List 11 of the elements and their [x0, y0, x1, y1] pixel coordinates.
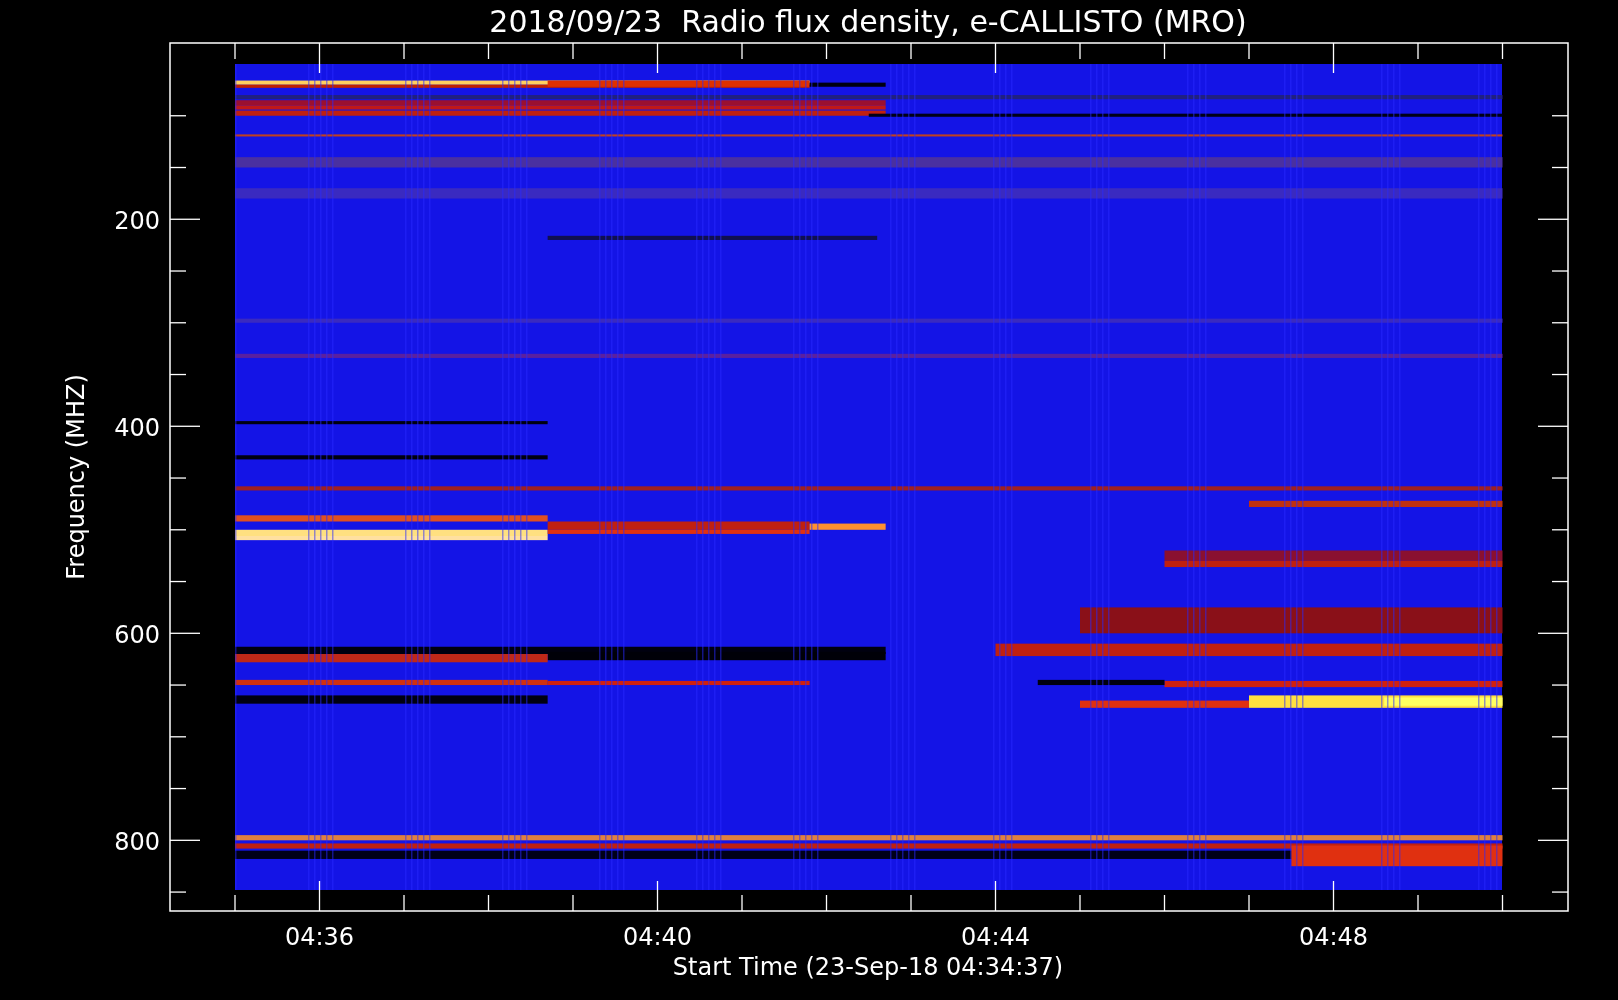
x-tick-label: 04:36 [284, 923, 355, 951]
x-axis-label: Start Time (23-Sep-18 04:34:37) [672, 953, 1064, 981]
x-tick-label: 04:40 [622, 923, 693, 951]
x-tick-label: 04:44 [960, 923, 1031, 951]
y-tick-label: 600 [114, 621, 160, 650]
y-tick-label: 800 [114, 828, 160, 857]
y-tick-label: 400 [114, 414, 160, 443]
x-tick-label: 04:48 [1298, 923, 1369, 951]
y-axis-label: Frequency (MHZ) [62, 374, 90, 580]
y-tick-label: 200 [114, 207, 160, 236]
chart-title: 2018/09/23 Radio flux density, e-CALLISTO (MRO) [489, 4, 1247, 39]
